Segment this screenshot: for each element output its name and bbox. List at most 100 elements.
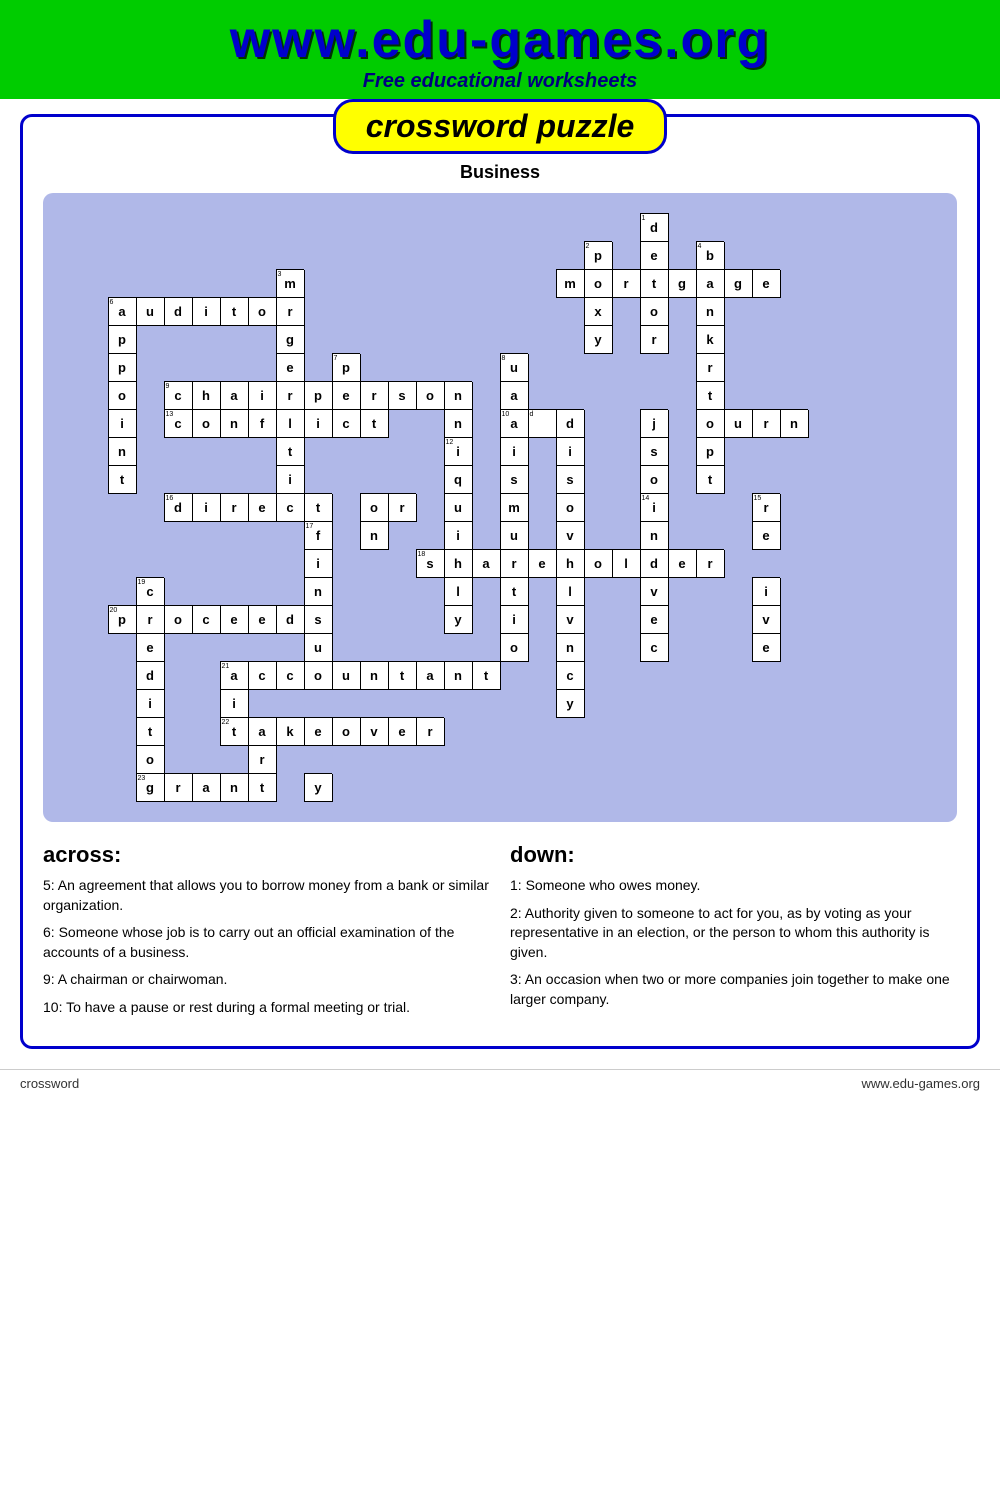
table-row: r xyxy=(360,382,388,410)
table-row: o xyxy=(584,270,612,298)
table-row: r xyxy=(220,494,248,522)
table-row: 16d xyxy=(164,494,192,522)
table-row: 10a xyxy=(500,410,528,438)
table-row: h xyxy=(444,550,472,578)
table-row: e xyxy=(640,606,668,634)
table-row: c xyxy=(332,410,360,438)
table-row: i xyxy=(220,690,248,718)
table-row: o xyxy=(164,606,192,634)
table-row: 18s xyxy=(416,550,444,578)
clue-across-6: 6: Someone whose job is to carry out an … xyxy=(43,923,490,962)
table-row: m xyxy=(556,270,584,298)
table-row: a xyxy=(500,382,528,410)
table-row: d xyxy=(640,550,668,578)
table-row: n xyxy=(780,410,808,438)
table-row: o xyxy=(500,634,528,662)
clue-down-2: 2: Authority given to someone to act for… xyxy=(510,904,957,963)
table-row: c xyxy=(248,662,276,690)
header-banner: www.edu-games.org Free educational works… xyxy=(0,0,1000,99)
table-row: t xyxy=(500,578,528,606)
table-row: e xyxy=(668,550,696,578)
clues-section: across: 5: An agreement that allows you … xyxy=(43,842,957,1026)
table-row: o xyxy=(640,298,668,326)
table-row: y xyxy=(304,774,332,802)
clue-across-9: 9: A chairman or chairwoman. xyxy=(43,970,490,990)
table-row: u xyxy=(500,522,528,550)
table-row: c xyxy=(192,606,220,634)
table-row: e xyxy=(388,718,416,746)
table-row: a xyxy=(696,270,724,298)
table-row: p xyxy=(108,326,136,354)
table-row: 19c xyxy=(136,578,164,606)
table-row: 23g xyxy=(136,774,164,802)
table-row: s xyxy=(500,466,528,494)
table-row: s xyxy=(304,606,332,634)
table-row: 2p xyxy=(584,242,612,270)
table-row: n xyxy=(360,522,388,550)
table-row: u xyxy=(332,662,360,690)
table-row: e xyxy=(220,606,248,634)
table-row: r xyxy=(276,382,304,410)
table-row: i xyxy=(192,494,220,522)
site-subtitle: Free educational worksheets xyxy=(20,70,980,93)
clue-across-10: 10: To have a pause or rest during a for… xyxy=(43,998,490,1018)
table-row: n xyxy=(696,298,724,326)
table-row: g xyxy=(724,270,752,298)
table-row: s xyxy=(640,438,668,466)
table-row: o xyxy=(556,494,584,522)
table-row: e xyxy=(752,522,780,550)
table-row: p xyxy=(304,382,332,410)
table-row: 14i xyxy=(640,494,668,522)
footer: crossword www.edu-games.org xyxy=(0,1069,1000,1097)
table-row: a xyxy=(248,718,276,746)
table-row: n xyxy=(556,634,584,662)
down-clues: down: 1: Someone who owes money. 2: Auth… xyxy=(510,842,957,1026)
table-row: n xyxy=(444,410,472,438)
table-row: l xyxy=(612,550,640,578)
table-row: r xyxy=(388,494,416,522)
table-row: h xyxy=(556,550,584,578)
table-row: c xyxy=(276,494,304,522)
table-row: n xyxy=(640,522,668,550)
table-row: o xyxy=(192,410,220,438)
table-row: e xyxy=(752,634,780,662)
table-row: k xyxy=(696,326,724,354)
table-row: l xyxy=(276,410,304,438)
table-row: 3m xyxy=(276,270,304,298)
table-row: d xyxy=(276,606,304,634)
table-row: o xyxy=(108,382,136,410)
table-row: p xyxy=(696,438,724,466)
table-row: s xyxy=(556,466,584,494)
table-row: i xyxy=(192,298,220,326)
table-row: l xyxy=(444,578,472,606)
puzzle-title-container: crossword puzzle xyxy=(23,99,977,154)
table-row: r xyxy=(696,354,724,382)
table-row: m xyxy=(500,494,528,522)
table-row: n xyxy=(360,662,388,690)
table-row: o xyxy=(360,494,388,522)
table-row: e xyxy=(276,354,304,382)
table-row: q xyxy=(444,466,472,494)
across-clues: across: 5: An agreement that allows you … xyxy=(43,842,490,1026)
table-row: a xyxy=(192,774,220,802)
grid-container: 1d 2p e 4b 3m xyxy=(43,193,957,822)
table-row: i xyxy=(136,690,164,718)
table-row: a xyxy=(472,550,500,578)
table-row: 17f xyxy=(304,522,332,550)
table-row: c xyxy=(556,662,584,690)
table-row: c xyxy=(640,634,668,662)
table-row: t xyxy=(696,466,724,494)
table-row: t xyxy=(108,466,136,494)
table-row: d xyxy=(556,410,584,438)
table-row: e xyxy=(248,494,276,522)
table-row: o xyxy=(304,662,332,690)
table-row: c xyxy=(276,662,304,690)
table-row: n xyxy=(444,662,472,690)
table-row: 8u xyxy=(500,354,528,382)
table-row: j xyxy=(640,410,668,438)
table-row: f xyxy=(248,410,276,438)
table-row: t xyxy=(304,494,332,522)
down-heading: down: xyxy=(510,842,957,868)
table-row: r xyxy=(752,410,780,438)
clue-down-3: 3: An occasion when two or more companie… xyxy=(510,970,957,1009)
